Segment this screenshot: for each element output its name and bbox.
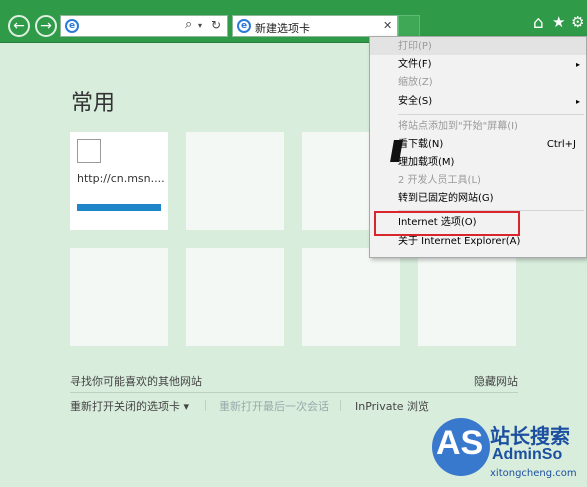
forward-button[interactable]: → [35,15,57,37]
site-tile-8[interactable] [418,248,516,346]
find-more-sites-link[interactable]: 寻找你可能喜欢的其他网站 [70,373,202,389]
menu-separator [398,114,584,115]
refresh-icon[interactable]: ↻ [211,18,221,32]
gear-icon[interactable]: ⚙ [571,13,584,31]
menu-item-label: 看下载(N) [398,139,444,150]
home-icon[interactable]: ⌂ [533,13,544,33]
watermark-logo: AS 站长搜索 AdminSo xitongcheng.com [432,418,585,484]
close-tab-icon[interactable]: ✕ [383,19,392,32]
menu-item-manage-addons[interactable]: 理加载项(M) [370,154,586,172]
site-tile-7[interactable] [302,248,400,346]
favorites-icon[interactable]: ★ [552,13,565,31]
menu-item-label: 文件(F) [398,59,432,70]
hide-sites-link[interactable]: 隐藏网站 [474,373,518,389]
menu-item-label: 缩放(Z) [398,77,433,88]
reopen-last-session-link[interactable]: 重新打开最后一次会话 [219,398,329,414]
menu-item-label: 理加载项(M) [398,157,455,168]
dropdown-arrow-icon[interactable]: ▾ [198,21,202,30]
divider [70,392,518,393]
menu-item-label: 转到已固定的网站(G) [398,193,494,204]
inprivate-link[interactable]: InPrivate 浏览 [355,398,429,414]
menu-item-print[interactable]: 打印(P) [370,38,586,56]
site-tile-url: http://cn.msn.... [77,172,165,185]
menu-item-label: 安全(S) [398,96,433,107]
menu-item-file[interactable]: 文件(F) ▸ [370,56,586,74]
watermark-domain: xitongcheng.com [490,468,577,479]
menu-item-zoom[interactable]: 缩放(Z) [370,74,586,92]
site-tile-msn[interactable]: http://cn.msn.... [70,132,168,230]
menu-item-add-to-start[interactable]: 将站点添加到"开始"屏幕(I) [370,118,586,136]
highlight-box [374,211,520,236]
submenu-arrow-icon: ▸ [575,97,580,106]
watermark-as: AS [436,424,484,462]
menu-item-label: 2 开发人员工具(L) [398,175,481,186]
menu-item-shortcut: Ctrl+J [546,139,576,150]
tab-new-tab[interactable]: e 新建选项卡 ✕ [232,15,398,37]
search-icon[interactable]: ⌕ [185,17,192,32]
forward-arrow-icon: → [40,18,52,34]
site-favicon-icon [77,139,101,163]
menu-item-view-downloads[interactable]: 看下载(N) Ctrl+J [370,136,586,154]
menu-item-pinned-sites[interactable]: 转到已固定的网站(G) [370,190,586,208]
ie-logo-icon: e [65,19,79,33]
divider [205,400,206,411]
menu-item-safety[interactable]: 安全(S) ▸ [370,93,586,111]
divider [340,400,341,411]
submenu-arrow-icon: ▸ [575,60,580,69]
page-title: 常用 [71,91,116,116]
back-button[interactable]: ← [8,15,30,37]
site-tile-6[interactable] [186,248,284,346]
address-bar[interactable]: e ⌕ ▾ ↻ [60,15,228,37]
back-arrow-icon: ← [13,18,25,34]
tab-title: 新建选项卡 [255,22,310,35]
menu-item-label: 打印(P) [398,41,432,52]
menu-item-developer-tools[interactable]: 2 开发人员工具(L) [370,172,586,190]
new-tab-button[interactable] [398,15,420,37]
site-tile-5[interactable] [70,248,168,346]
reopen-closed-tabs-link[interactable]: 重新打开关闭的选项卡 ▾ [70,398,189,414]
menu-item-label: 将站点添加到"开始"屏幕(I) [398,121,518,132]
tile-progress-bar [77,204,161,211]
watermark-admin: AdminSo [492,446,563,463]
tab-ie-icon: e [237,19,251,33]
site-tile-2[interactable] [186,132,284,230]
watermark-title: 站长搜索 [490,424,570,448]
